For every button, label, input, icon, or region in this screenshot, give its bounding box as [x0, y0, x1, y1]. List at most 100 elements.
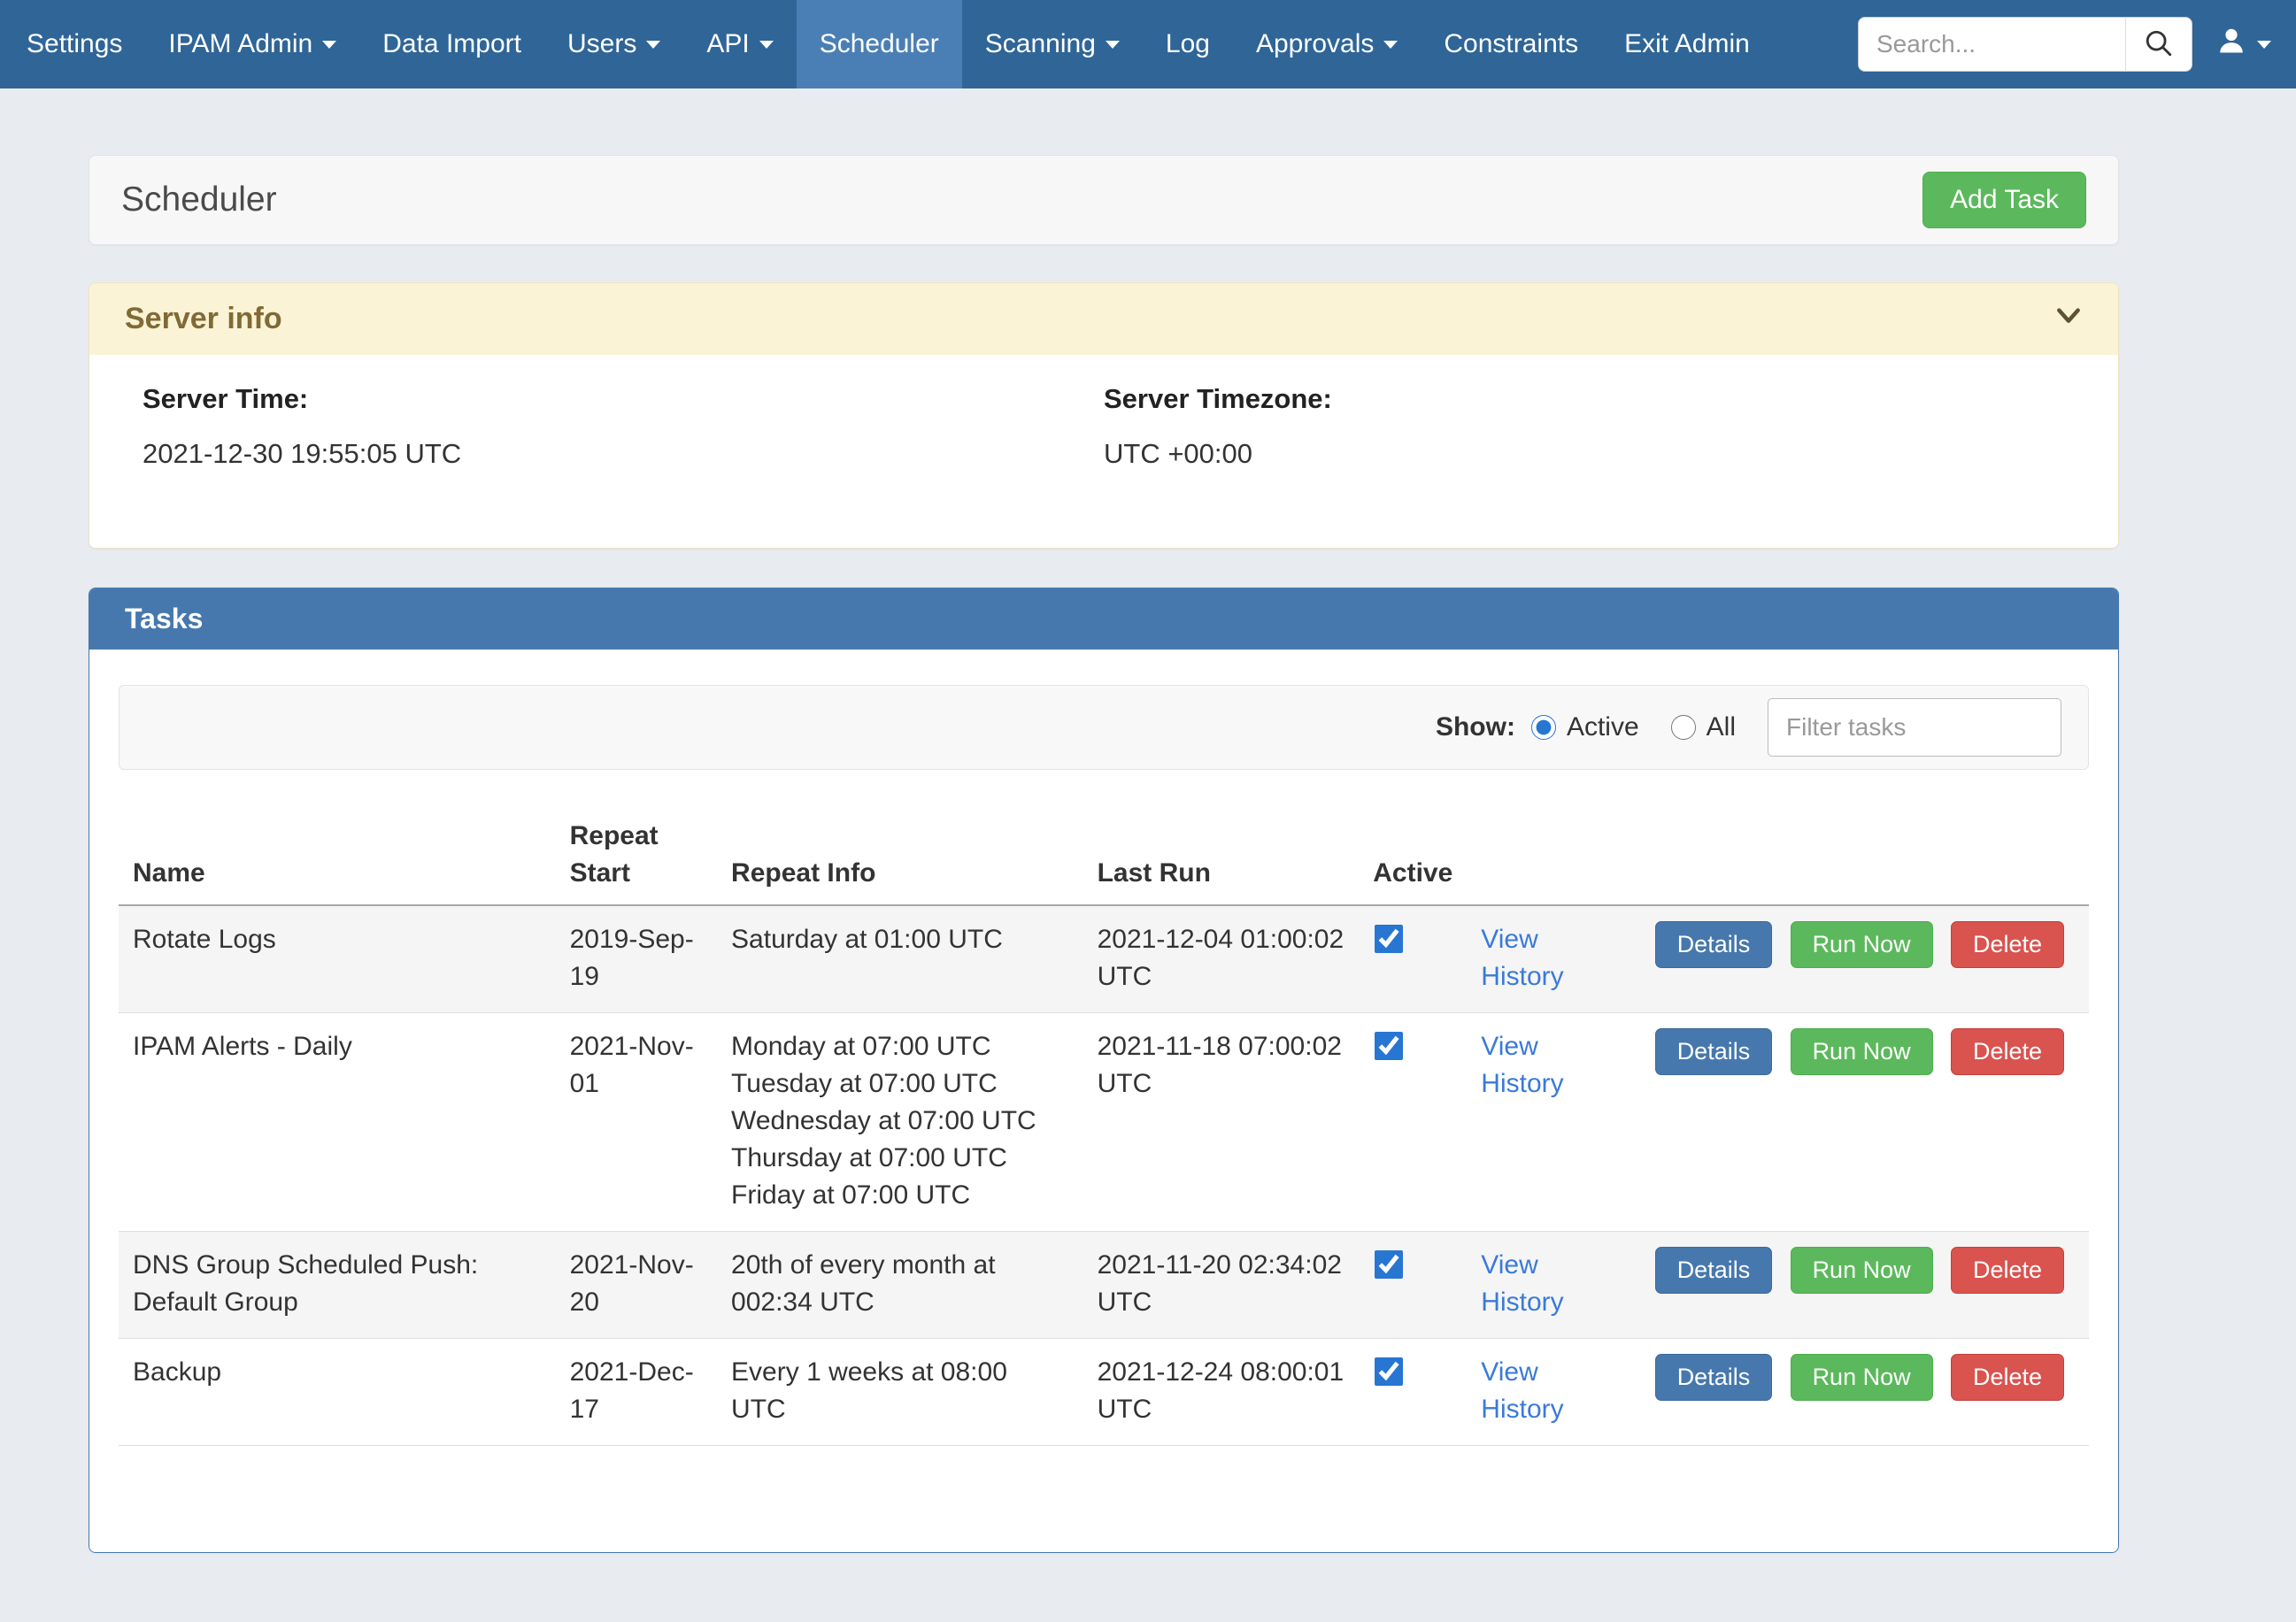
nav-item-label: Log — [1166, 29, 1210, 59]
server-timezone-label: Server Timezone: — [1104, 383, 2065, 415]
nav-item-scheduler[interactable]: Scheduler — [797, 0, 962, 88]
radio-show-active[interactable]: Active — [1531, 712, 1639, 742]
view-history-link[interactable]: View History — [1481, 1250, 1563, 1317]
tasks-title: Tasks — [125, 603, 203, 634]
nav-item-constraints[interactable]: Constraints — [1421, 0, 1601, 88]
details-button[interactable]: Details — [1655, 1028, 1773, 1075]
view-history-link[interactable]: View History — [1481, 1032, 1563, 1098]
task-name: IPAM Alerts - Daily — [119, 1013, 556, 1232]
task-repeat-info: Every 1 weeks at 08:00 UTC — [717, 1339, 1083, 1446]
server-info-body: Server Time: 2021-12-30 19:55:05 UTC Ser… — [89, 355, 2118, 548]
task-repeat-start: 2019-Sep-19 — [556, 905, 717, 1013]
delete-button[interactable]: Delete — [1951, 921, 2064, 968]
task-last-run: 2021-11-18 07:00:02 UTC — [1083, 1013, 1360, 1232]
active-radio[interactable] — [1531, 715, 1556, 740]
server-info-header-toggle[interactable]: Server info — [89, 283, 2118, 355]
tasks-toolbar: Show: Active All — [119, 685, 2089, 770]
view-history-link[interactable]: View History — [1481, 925, 1563, 991]
delete-button[interactable]: Delete — [1951, 1247, 2064, 1294]
table-row: DNS Group Scheduled Push: Default Group … — [119, 1232, 2089, 1339]
details-button[interactable]: Details — [1655, 1247, 1773, 1294]
task-active-cell — [1359, 1232, 1467, 1339]
navbar-items: Settings IPAM Admin Data Import Users API Sch… — [0, 0, 1773, 88]
tasks-body: Show: Active All Name — [89, 650, 2118, 1552]
task-actions-cell: Details Run Now Delete — [1641, 1232, 2089, 1339]
task-last-run: 2021-12-24 08:00:01 UTC — [1083, 1339, 1360, 1446]
nav-item-api[interactable]: API — [683, 0, 796, 88]
nav-item-exit-admin[interactable]: Exit Admin — [1601, 0, 1773, 88]
column-header-name: Name — [119, 805, 556, 905]
search-group — [1858, 17, 2192, 72]
run-now-button[interactable]: Run Now — [1791, 1354, 1933, 1401]
run-now-button[interactable]: Run Now — [1791, 1028, 1933, 1075]
view-history-link[interactable]: View History — [1481, 1357, 1563, 1424]
page-header-panel: Scheduler Add Task — [89, 155, 2119, 245]
repeat-info-line: Monday at 07:00 UTC — [731, 1028, 1069, 1065]
server-time-label: Server Time: — [143, 383, 1104, 415]
delete-button[interactable]: Delete — [1951, 1028, 2064, 1075]
task-actions-cell: Details Run Now Delete — [1641, 1013, 2089, 1232]
chevron-down-icon — [322, 41, 336, 49]
search-input[interactable] — [1858, 17, 2125, 72]
run-now-button[interactable]: Run Now — [1791, 1247, 1933, 1294]
nav-item-scanning[interactable]: Scanning — [962, 0, 1143, 88]
task-repeat-info: Saturday at 01:00 UTC — [717, 905, 1083, 1013]
repeat-info-line: Friday at 07:00 UTC — [731, 1177, 1069, 1214]
show-label: Show: — [1436, 712, 1515, 742]
search-button[interactable] — [2125, 17, 2192, 72]
nav-item-settings[interactable]: Settings — [4, 0, 145, 88]
task-active-cell — [1359, 905, 1467, 1013]
nav-item-log[interactable]: Log — [1143, 0, 1233, 88]
task-last-run: 2021-12-04 01:00:02 UTC — [1083, 905, 1360, 1013]
column-header-history — [1467, 805, 1640, 905]
task-name: Backup — [119, 1339, 556, 1446]
filter-tasks-input[interactable] — [1768, 698, 2061, 757]
details-button[interactable]: Details — [1655, 1354, 1773, 1401]
nav-item-label: Data Import — [382, 29, 521, 59]
search-icon — [2144, 28, 2174, 61]
add-task-button[interactable]: Add Task — [1922, 172, 2086, 228]
task-name: Rotate Logs — [119, 905, 556, 1013]
nav-item-data-import[interactable]: Data Import — [359, 0, 544, 88]
tasks-panel-header: Tasks — [89, 588, 2118, 650]
active-checkbox[interactable] — [1375, 1032, 1403, 1060]
nav-item-ipam-admin[interactable]: IPAM Admin — [145, 0, 359, 88]
chevron-down-icon — [2054, 301, 2083, 337]
server-time-value: 2021-12-30 19:55:05 UTC — [143, 438, 1104, 470]
active-checkbox[interactable] — [1375, 1357, 1403, 1386]
task-actions-cell: Details Run Now Delete — [1641, 905, 2089, 1013]
task-actions-cell: Details Run Now Delete — [1641, 1339, 2089, 1446]
all-radio[interactable] — [1671, 715, 1696, 740]
nav-item-approvals[interactable]: Approvals — [1233, 0, 1421, 88]
server-time-block: Server Time: 2021-12-30 19:55:05 UTC — [143, 383, 1104, 470]
nav-item-label: Users — [567, 29, 636, 59]
active-radio-label: Active — [1567, 712, 1639, 742]
repeat-info-line: Saturday at 01:00 UTC — [731, 921, 1069, 958]
run-now-button[interactable]: Run Now — [1791, 921, 1933, 968]
nav-item-label: Exit Admin — [1624, 29, 1750, 59]
nav-item-label: IPAM Admin — [168, 29, 312, 59]
nav-item-label: Scanning — [985, 29, 1096, 59]
active-checkbox[interactable] — [1375, 925, 1403, 953]
table-row: IPAM Alerts - Daily 2021-Nov-01 Monday a… — [119, 1013, 2089, 1232]
tasks-panel: Tasks Show: Active All — [89, 588, 2119, 1553]
delete-button[interactable]: Delete — [1951, 1354, 2064, 1401]
table-header-row: Name Repeat Start Repeat Info Last Run A… — [119, 805, 2089, 905]
chevron-down-icon — [2257, 41, 2271, 49]
radio-show-all[interactable]: All — [1671, 712, 1736, 742]
user-menu-button[interactable] — [2215, 25, 2271, 64]
details-button[interactable]: Details — [1655, 921, 1773, 968]
nav-item-users[interactable]: Users — [544, 0, 683, 88]
repeat-info-line: Thursday at 07:00 UTC — [731, 1140, 1069, 1177]
task-repeat-start: 2021-Dec-17 — [556, 1339, 717, 1446]
active-checkbox[interactable] — [1375, 1250, 1403, 1279]
chevron-down-icon — [1383, 41, 1398, 49]
all-radio-label: All — [1707, 712, 1736, 742]
task-repeat-start: 2021-Nov-01 — [556, 1013, 717, 1232]
column-header-actions — [1641, 805, 2089, 905]
nav-item-label: API — [706, 29, 749, 59]
repeat-info-line: 20th of every month at 002:34 UTC — [731, 1247, 1069, 1321]
tasks-table-body: Rotate Logs 2019-Sep-19 Saturday at 01:0… — [119, 905, 2089, 1446]
server-timezone-value: UTC +00:00 — [1104, 438, 2065, 470]
column-header-last-run: Last Run — [1083, 805, 1360, 905]
